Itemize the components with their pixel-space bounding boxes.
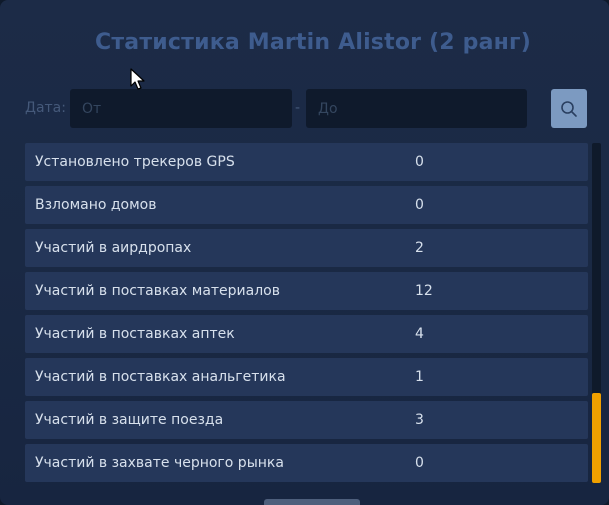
search-button[interactable] xyxy=(551,89,587,128)
date-from-input[interactable] xyxy=(70,89,292,128)
stat-label: Участий в поставках аптек xyxy=(35,326,235,342)
stat-label: Участий в захвате черного рынка xyxy=(35,455,284,471)
stats-panel: Статистика Martin Alistor (2 ранг) Дата:… xyxy=(0,0,609,505)
bottom-button[interactable] xyxy=(264,499,360,505)
stats-list: Установлено трекеров GPS 0 Взломано домо… xyxy=(25,143,588,487)
mouse-cursor-icon xyxy=(130,68,145,90)
search-icon xyxy=(561,100,577,117)
list-item: Установлено трекеров GPS 0 xyxy=(25,143,588,181)
list-item: Участий в поставках аптек 4 xyxy=(25,315,588,353)
stat-label: Участий в аирдропах xyxy=(35,240,192,256)
date-to-input[interactable] xyxy=(306,89,527,128)
stat-value: 0 xyxy=(415,154,424,170)
scrollbar-thumb[interactable] xyxy=(592,393,601,483)
list-item: Взломано домов 0 xyxy=(25,186,588,224)
list-item: Участий в аирдропах 2 xyxy=(25,229,588,267)
list-item: Участий в захвате черного рынка 0 xyxy=(25,444,588,482)
stat-label: Участий в поставках материалов xyxy=(35,283,280,299)
list-item: Участий в поставках материалов 12 xyxy=(25,272,588,310)
list-item: Участий в поставках анальгетика 1 xyxy=(25,358,588,396)
stat-value: 12 xyxy=(415,283,433,299)
date-label: Дата: xyxy=(25,100,66,116)
scrollbar-track[interactable] xyxy=(592,143,601,483)
stat-label: Участий в поставках анальгетика xyxy=(35,369,286,385)
date-separator: - xyxy=(295,100,301,116)
page-title: Статистика Martin Alistor (2 ранг) xyxy=(94,30,532,55)
stat-label: Взломано домов xyxy=(35,197,157,213)
stat-value: 3 xyxy=(415,412,424,428)
stat-value: 4 xyxy=(415,326,424,342)
stat-value: 0 xyxy=(415,455,424,471)
stat-label: Участий в защите поезда xyxy=(35,412,224,428)
stat-value: 2 xyxy=(415,240,424,256)
stat-label: Установлено трекеров GPS xyxy=(35,154,235,170)
stat-value: 1 xyxy=(415,369,424,385)
stat-value: 0 xyxy=(415,197,424,213)
list-item: Участий в защите поезда 3 xyxy=(25,401,588,439)
